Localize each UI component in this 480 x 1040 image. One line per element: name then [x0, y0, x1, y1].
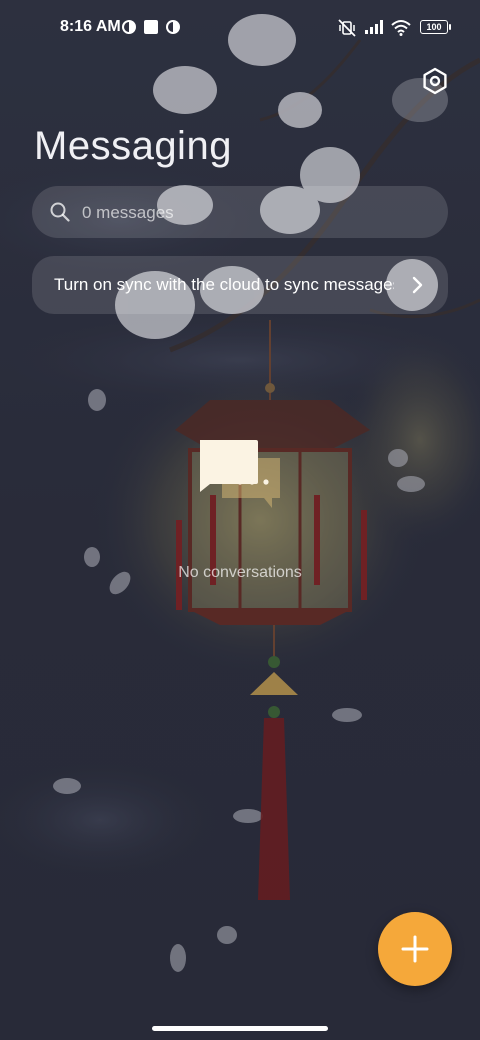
page-title: Messaging	[34, 124, 232, 168]
search-input[interactable]: 0 messages	[32, 186, 448, 238]
no-conversations-icon	[200, 440, 280, 508]
status-time: 8:16 AM	[60, 18, 121, 35]
battery-indicator: 100	[420, 20, 451, 34]
settings-icon[interactable]	[420, 66, 450, 96]
sync-banner-text: Turn on sync with the cloud to sync mess…	[54, 275, 394, 294]
search-icon	[50, 202, 70, 222]
chevron-right-icon	[412, 276, 423, 294]
empty-state-text: No conversations	[178, 564, 302, 581]
plus-icon	[401, 935, 429, 963]
wifi-icon	[391, 20, 411, 36]
cloud-sync-banner[interactable]: Turn on sync with the cloud to sync mess…	[32, 256, 448, 314]
new-conversation-button[interactable]	[378, 912, 452, 986]
search-placeholder: 0 messages	[82, 203, 174, 222]
status-bar: 8:16 AM 100	[0, 0, 480, 56]
app-notification-icon	[122, 20, 136, 34]
vibrate-off-icon	[338, 19, 356, 37]
home-indicator[interactable]	[152, 1026, 328, 1031]
app-notification-icon-2	[166, 20, 180, 34]
signal-icon	[365, 20, 383, 34]
square-notification-icon	[144, 20, 158, 34]
